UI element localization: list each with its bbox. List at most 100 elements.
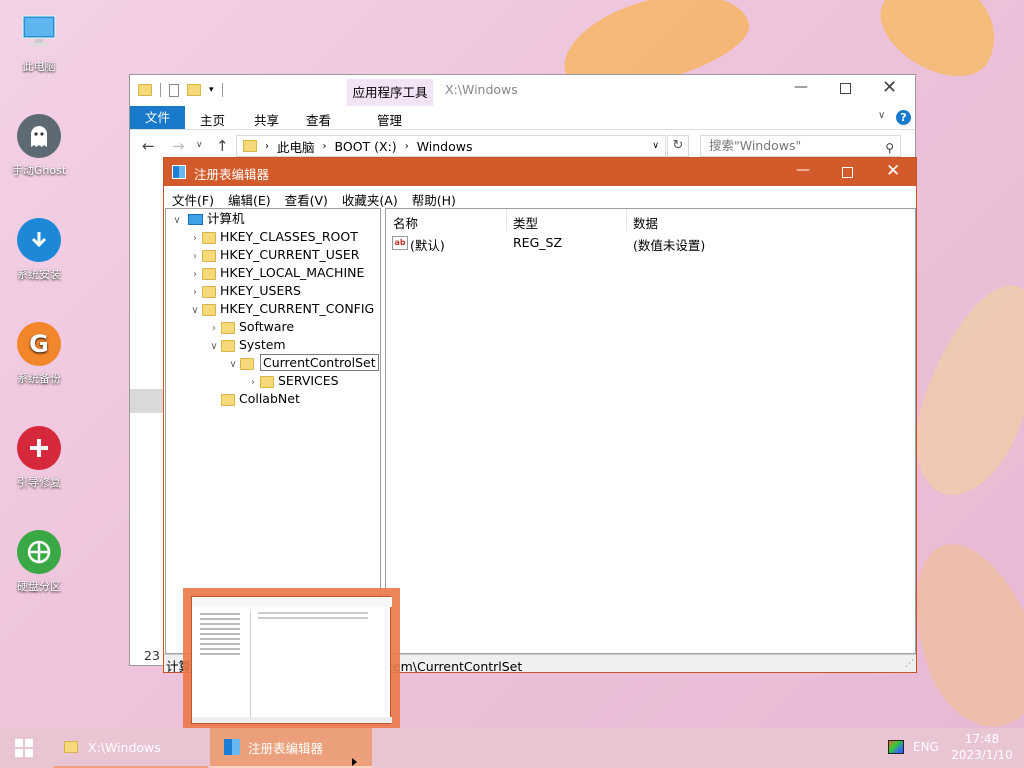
tree-label: CollabNet [238,391,300,406]
tree-node-hkcu[interactable]: › HKEY_CURRENT_USER [188,246,359,264]
value-type: REG_SZ [513,235,563,250]
taskbar-thumbnail-preview[interactable] [183,588,400,733]
desktop-icon-install[interactable]: 系统安装 [6,218,72,282]
computer-icon [17,10,61,54]
menu-favorites[interactable]: 收藏夹(A) [342,190,398,209]
ribbon-tab-manage[interactable]: 管理 [377,110,402,129]
ribbon-tab-file[interactable]: 文件 [130,106,185,129]
tree-node-computer[interactable]: ∨ 计算机 [170,210,244,228]
help-icon[interactable]: ? [896,110,911,125]
tree-label: HKEY_CLASSES_ROOT [219,229,358,244]
taskbar-item-explorer[interactable]: X:\Windows [54,728,208,768]
ribbon-tab-home[interactable]: 主页 [200,110,225,129]
column-header-data[interactable]: 数据 [633,213,658,232]
tree-label: HKEY_USERS [219,283,301,298]
tree-node-software[interactable]: › Software [207,318,294,336]
chevron-down-icon[interactable]: ∨ [226,356,240,374]
close-button[interactable]: ✕ [882,77,897,98]
folder-icon [202,249,216,262]
language-indicator[interactable]: ENG [913,740,939,754]
desktop-icon-backup[interactable]: G 系统备份 [6,322,72,386]
desktop-icon-partition[interactable]: 硬盘分区 [6,530,72,594]
menu-help[interactable]: 帮助(H) [412,190,456,209]
close-button[interactable]: ✕ [886,161,900,181]
regedit-title: 注册表编辑器 [194,167,270,182]
backup-icon: G [17,322,61,366]
chevron-down-icon[interactable]: ∨ [170,212,184,230]
chevron-down-icon[interactable]: ▾ [209,85,214,95]
minimize-button[interactable]: — [794,79,808,95]
menu-edit[interactable]: 编辑(E) [228,190,271,209]
desktop-icon-label: 硬盘分区 [17,580,61,593]
column-header-name[interactable]: 名称 [393,213,418,232]
item-count: 23 [144,648,160,663]
breadcrumb-item[interactable]: 此电脑 [277,137,315,156]
folder-icon [240,357,254,370]
tree-node-hku[interactable]: › HKEY_USERS [188,282,301,300]
menu-file[interactable]: 文件(F) [172,190,214,209]
desktop-icon-label: 此电脑 [22,60,56,73]
desktop-icon-ghost[interactable]: 手动Ghost [6,114,72,178]
windows-logo-icon [15,739,33,757]
clock-date: 2023/1/10 [951,748,1013,762]
display-tray-icon[interactable] [888,740,904,754]
minimize-button[interactable]: — [796,162,810,178]
ribbon-divider [130,129,915,130]
folder-icon [202,285,216,298]
window-title: X:\Windows [445,82,518,97]
taskbar-item-regedit[interactable]: 注册表编辑器 [210,728,372,768]
tree-node-hkcr[interactable]: › HKEY_CLASSES_ROOT [188,228,358,246]
column-header-type[interactable]: 类型 [513,213,538,232]
value-row[interactable]: ab (默认) REG_SZ (数值未设置) [390,235,910,253]
desktop-icon-this-pc[interactable]: 此电脑 [6,10,72,74]
maximize-button[interactable] [840,83,851,94]
regedit-app-icon [224,739,240,755]
chevron-down-icon[interactable]: ∨ [207,338,221,356]
chevron-down-icon[interactable]: ∨ [652,141,659,151]
desktop-icon-label: 系统备份 [17,372,61,385]
context-tab-group: 应用程序工具 [347,79,433,106]
repair-icon [17,426,61,470]
computer-icon [187,214,203,225]
folder-icon [221,393,235,406]
menu-view[interactable]: 查看(V) [285,190,328,209]
clock[interactable]: 17:48 2023/1/10 [950,731,1014,763]
resize-grip-icon[interactable]: ⋰ [905,659,914,669]
maximize-button[interactable] [842,167,853,178]
back-button[interactable]: ← [142,137,155,155]
ribbon-tab-view[interactable]: 查看 [306,110,331,129]
nav-pane-selected-row [130,389,164,413]
recent-dropdown-icon[interactable]: ∨ [196,140,203,150]
refresh-button[interactable]: ↻ [667,135,689,157]
tree-node-hklm[interactable]: › HKEY_LOCAL_MACHINE [188,264,364,282]
folder-icon [202,303,216,316]
tree-node-currentcontrolset[interactable]: ∨ CurrentControlSet [226,354,379,372]
tree-node-collabnet[interactable]: CollabNet [221,390,300,408]
address-bar[interactable]: › 此电脑 › BOOT (X:) › Windows ∨ [236,135,666,157]
column-divider [626,209,627,231]
tree-node-services[interactable]: › SERVICES [246,372,339,390]
search-input[interactable]: 搜索"Windows" ⚲ [700,135,901,157]
values-pane[interactable]: 名称 类型 数据 ab (默认) REG_SZ (数值未设置) [385,208,916,654]
regedit-menu-bar: 文件(F) 编辑(E) 查看(V) 收藏夹(A) 帮助(H) [172,190,470,209]
start-button[interactable] [0,728,48,768]
new-folder-icon[interactable] [187,84,201,96]
tree-label: HKEY_CURRENT_CONFIG [219,301,375,316]
desktop-icon-label: 引导修复 [17,476,61,489]
breadcrumb-item[interactable]: Windows [417,139,473,154]
chevron-down-icon[interactable]: ∨ [188,302,202,320]
ribbon-expand-icon[interactable]: ∨ [878,110,885,121]
tree-node-hkcc[interactable]: ∨ HKEY_CURRENT_CONFIG [188,300,374,318]
tree-label-selected[interactable]: CurrentControlSet [259,354,379,371]
breadcrumb-item[interactable]: BOOT (X:) [335,139,397,154]
desktop-icon-label: 手动Ghost [11,164,67,177]
ribbon-tab-share[interactable]: 共享 [254,110,279,129]
up-button[interactable]: ↑ [216,137,229,155]
new-file-icon[interactable] [169,83,179,97]
forward-button[interactable]: → [172,137,185,155]
folder-icon [202,267,216,280]
tree-node-system[interactable]: ∨ System [207,336,285,356]
value-data: (数值未设置) [633,238,706,253]
chevron-right-icon: › [404,140,409,152]
desktop-icon-repair[interactable]: 引导修复 [6,426,72,490]
